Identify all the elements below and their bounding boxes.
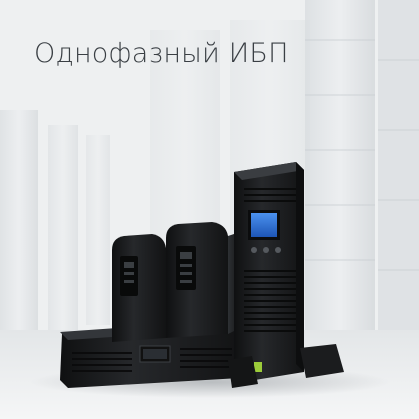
tall-tower-ups (228, 162, 344, 388)
product-category-tile[interactable]: Однофазный ИБП (0, 0, 419, 419)
tower-ups-middle (166, 222, 240, 338)
status-led-icon (254, 362, 262, 372)
lcd-display-icon (251, 213, 277, 237)
tile-title: Однофазный ИБП (34, 38, 289, 69)
